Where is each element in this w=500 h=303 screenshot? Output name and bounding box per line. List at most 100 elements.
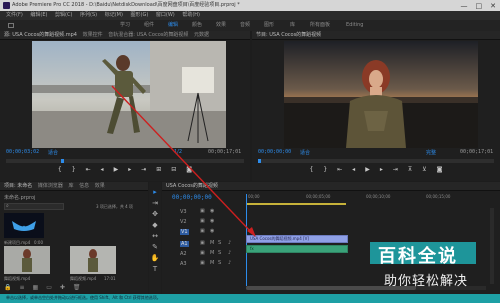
workspace-all-panels[interactable]: 所有面板	[310, 20, 330, 31]
workspace-learn[interactable]: 学习	[120, 20, 130, 31]
mark-in-icon[interactable]: {	[58, 166, 62, 173]
timeline-audio-clip[interactable]: fx	[246, 245, 348, 253]
eye-icon[interactable]: ◉	[210, 228, 214, 234]
menu-file[interactable]: 文件(F)	[6, 12, 23, 18]
insert-icon[interactable]: ⊞	[156, 166, 161, 173]
lock-track-icon[interactable]: ▣	[200, 260, 205, 266]
mute-icon[interactable]: M	[210, 260, 214, 266]
track-label[interactable]: V3	[180, 209, 187, 215]
solo-icon[interactable]: S	[218, 240, 221, 246]
menu-help[interactable]: 帮助(H)	[182, 12, 200, 18]
eye-icon[interactable]: ◉	[210, 218, 214, 224]
lift-icon[interactable]: ⊼	[408, 166, 412, 173]
hand-tool-icon[interactable]: ✋	[151, 254, 160, 262]
home-icon[interactable]	[8, 23, 14, 28]
menu-graphics[interactable]: 图形(G)	[131, 12, 149, 18]
lock-track-icon[interactable]: ▣	[200, 250, 205, 256]
extract-icon[interactable]: ⊻	[422, 166, 426, 173]
step-forward-icon[interactable]: ▸	[380, 166, 383, 173]
selection-tool-icon[interactable]: ▸	[153, 188, 157, 196]
step-forward-icon[interactable]: ▸	[128, 166, 131, 173]
slip-tool-icon[interactable]: ↔	[152, 232, 158, 240]
tab-program[interactable]: 节目: USA Cocos的舞蹈视频	[256, 32, 321, 38]
timeline-timecode[interactable]: 00;00;00;00	[172, 194, 212, 201]
workspace-audio[interactable]: 音频	[240, 20, 250, 31]
tab-effects[interactable]: 效果	[95, 183, 105, 189]
track-label[interactable]: A3	[180, 261, 187, 267]
workspace-color[interactable]: 颜色	[192, 20, 202, 31]
workspace-assembly[interactable]: 组件	[144, 20, 154, 31]
export-frame-icon[interactable]: ◙	[186, 166, 192, 173]
lock-track-icon[interactable]: ▣	[200, 228, 205, 234]
source-ratio-dropdown[interactable]: 1/2	[174, 149, 182, 155]
mic-icon[interactable]: ♪	[228, 240, 231, 246]
menu-clip[interactable]: 剪辑(C)	[55, 12, 72, 18]
workspace-libraries[interactable]: 库	[290, 20, 295, 31]
source-fit-dropdown[interactable]: 适合	[48, 149, 58, 156]
tab-info[interactable]: 信息	[79, 183, 89, 189]
eye-icon[interactable]: ◉	[210, 208, 214, 214]
lock-icon[interactable]: 🔒	[4, 284, 11, 292]
step-back-icon[interactable]: ◂	[101, 166, 104, 173]
project-thumb-2[interactable]	[4, 246, 50, 274]
track-select-tool-icon[interactable]: ⇥	[152, 199, 158, 207]
timeline-vertical-scrollbar[interactable]	[490, 208, 494, 284]
new-item-icon[interactable]: ✚	[60, 284, 65, 292]
track-label[interactable]: V2	[180, 219, 187, 225]
razor-tool-icon[interactable]: ◆	[152, 221, 157, 229]
workspace-editing-custom[interactable]: Editing	[346, 20, 363, 31]
play-icon[interactable]: ▶	[114, 166, 119, 173]
source-current-timecode[interactable]: 00;00;03;02	[6, 149, 39, 155]
mute-icon[interactable]: M	[210, 250, 214, 256]
go-to-out-icon[interactable]: ⇥	[141, 166, 146, 173]
program-playhead[interactable]	[258, 159, 261, 163]
lock-track-icon[interactable]: ▣	[200, 218, 205, 224]
icon-view-icon[interactable]: ▦	[33, 284, 39, 292]
type-tool-icon[interactable]: T	[153, 265, 157, 273]
mark-out-icon[interactable]: }	[323, 166, 327, 173]
solo-icon[interactable]: S	[218, 250, 221, 256]
tab-source[interactable]: 源: USA Cocos的舞蹈视频.mp4	[4, 32, 77, 38]
tab-timeline-sequence[interactable]: USA Cocos的舞蹈视频	[166, 183, 218, 189]
program-ratio-dropdown[interactable]: 完整	[426, 149, 436, 156]
workspace-editing[interactable]: 编辑	[168, 20, 178, 31]
mic-icon[interactable]: ♪	[228, 260, 231, 266]
mute-icon[interactable]: M	[210, 240, 214, 246]
delete-icon[interactable]: 🗑	[73, 284, 81, 292]
menu-window[interactable]: 窗口(W)	[156, 12, 175, 18]
mark-in-icon[interactable]: {	[309, 166, 313, 173]
step-back-icon[interactable]: ◂	[352, 166, 355, 173]
menu-marker[interactable]: 标记(M)	[105, 12, 123, 18]
ripple-edit-tool-icon[interactable]: ✥	[152, 210, 158, 218]
source-playhead[interactable]	[61, 159, 64, 163]
menu-edit[interactable]: 编辑(E)	[30, 12, 47, 18]
tab-libraries[interactable]: 库	[68, 183, 73, 189]
workspace-effects[interactable]: 效果	[216, 20, 226, 31]
tab-media-browser[interactable]: 媒体浏览器	[38, 183, 63, 189]
track-label[interactable]: A1	[180, 241, 189, 247]
workspace-graphics[interactable]: 图形	[264, 20, 274, 31]
lock-track-icon[interactable]: ▣	[200, 240, 205, 246]
track-label[interactable]: V1	[180, 229, 189, 235]
project-thumb-3[interactable]	[70, 246, 116, 274]
tab-effect-controls[interactable]: 效果控件	[83, 32, 103, 38]
program-scrub-bar[interactable]	[258, 159, 494, 163]
source-video-frame[interactable]	[32, 41, 226, 148]
source-scrub-bar[interactable]	[6, 159, 244, 163]
list-view-icon[interactable]: ≡	[19, 284, 24, 292]
lock-track-icon[interactable]: ▣	[200, 208, 205, 214]
program-current-timecode[interactable]: 00;00;00;00	[258, 149, 291, 155]
tab-metadata[interactable]: 元数据	[194, 32, 209, 38]
mic-icon[interactable]: ♪	[228, 250, 231, 256]
tab-audio-mixer[interactable]: 音轨混合器: USA Cocos的舞蹈视频	[108, 32, 188, 38]
go-to-in-icon[interactable]: ⇤	[337, 166, 342, 173]
program-fit-dropdown[interactable]: 适合	[300, 149, 310, 156]
timeline-ruler[interactable]: 00;00 00;00;05;00 00;00;10;00 00;00;15;0…	[246, 194, 498, 202]
program-video-frame[interactable]	[284, 41, 478, 148]
track-label[interactable]: A2	[180, 251, 187, 257]
play-icon[interactable]: ▶	[365, 166, 370, 173]
pen-tool-icon[interactable]: ✎	[152, 243, 158, 251]
tab-project[interactable]: 项目: 未命名	[4, 183, 32, 189]
timeline-video-clip[interactable]: USA Cocos的舞蹈视频.mp4 [V]	[246, 235, 348, 243]
solo-icon[interactable]: S	[218, 260, 221, 266]
